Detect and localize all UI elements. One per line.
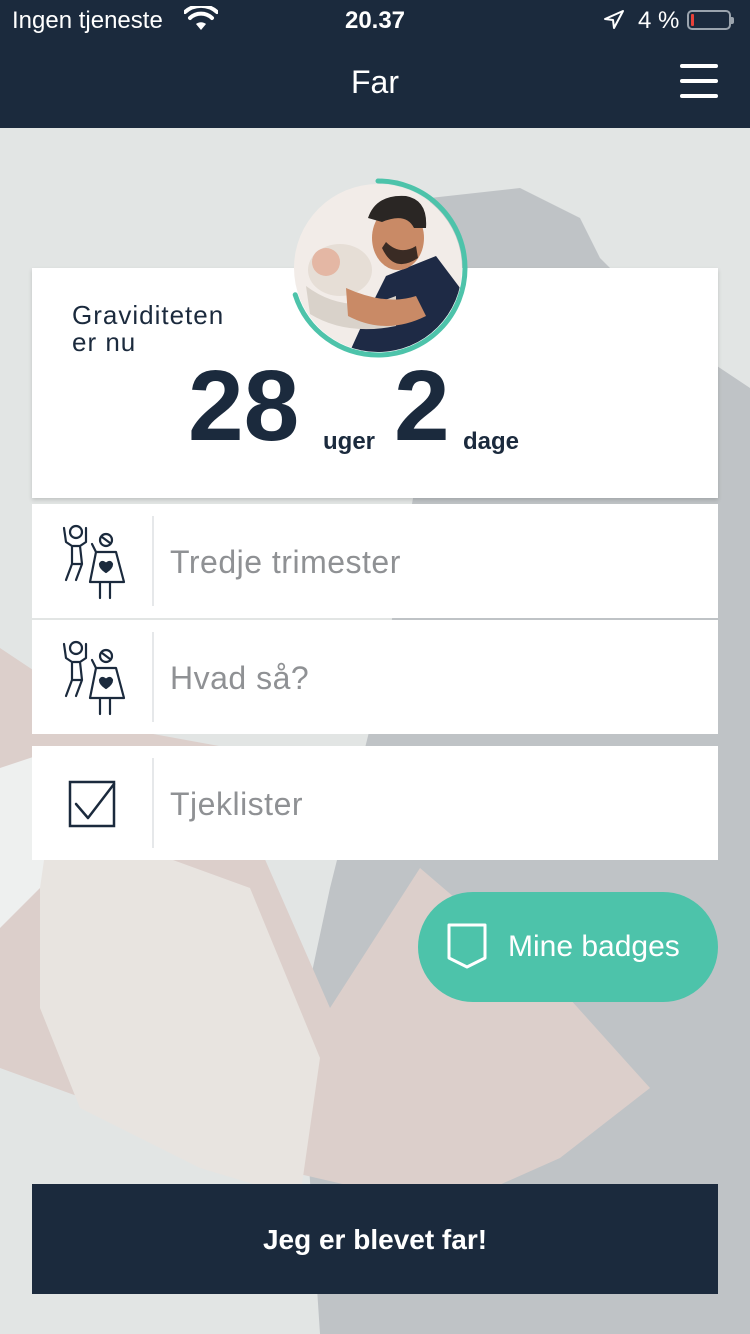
became-father-label: Jeg er blevet far! (262, 1224, 488, 1255)
menu-item-label: Hvad så? (170, 660, 310, 696)
pregnancy-label: Graviditeten er nu (72, 300, 225, 357)
row-divider (152, 758, 154, 848)
days-unit: dage (463, 428, 520, 455)
weeks-value: 28 (188, 350, 300, 462)
hamburger-menu-icon[interactable] (676, 62, 720, 102)
battery-icon (687, 10, 734, 30)
page-title: Far (351, 64, 399, 100)
family-icon (62, 524, 126, 600)
shield-icon (447, 923, 487, 969)
row-divider (152, 632, 154, 722)
top-bar: Ingen tjeneste 20.37 4 % Far (0, 0, 750, 128)
days-value: 2 (394, 350, 450, 462)
menu-item-label: Tjeklister (170, 786, 304, 822)
father-avatar (288, 178, 468, 358)
family-icon (62, 640, 126, 716)
my-badges-label: Mine badges (508, 930, 680, 963)
row-divider (152, 516, 154, 606)
weeks-unit: uger (323, 428, 376, 455)
became-father-button[interactable]: Jeg er blevet far! (32, 1184, 718, 1294)
checkbox-icon (68, 780, 116, 828)
menu-item-label: Tredje trimester (170, 544, 401, 580)
my-badges-button[interactable]: Mine badges (418, 892, 718, 1002)
location-arrow-icon (604, 10, 624, 29)
menu-item-hvad-saa[interactable]: Hvad så? (32, 620, 718, 734)
status-bar: Ingen tjeneste 20.37 4 % (0, 0, 750, 42)
menu-item-tjeklister[interactable]: Tjeklister (32, 746, 718, 860)
battery-percent: 4 % (638, 7, 680, 34)
menu-item-tredje-trimester[interactable]: Tredje trimester (32, 504, 718, 618)
